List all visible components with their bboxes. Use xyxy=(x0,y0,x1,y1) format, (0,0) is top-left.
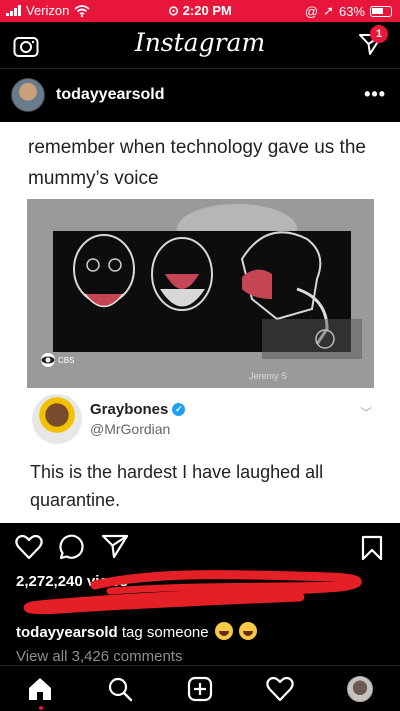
video-watermark: Jeremy S xyxy=(249,371,288,381)
nav-home[interactable] xyxy=(26,675,54,703)
tweet-author-name: Graybones xyxy=(90,401,169,418)
tweet-author-avatar xyxy=(32,394,82,444)
post-action-bar xyxy=(0,523,400,571)
share-icon[interactable] xyxy=(101,533,129,559)
nav-activity[interactable] xyxy=(266,675,294,703)
nav-profile[interactable] xyxy=(346,675,374,703)
location-icon: ➚ xyxy=(323,3,334,18)
redaction-scribble xyxy=(23,570,362,614)
tweet-quote-text: remember when technology gave us the mum… xyxy=(28,137,366,189)
view-all-comments-link[interactable]: View all 3,426 comments xyxy=(16,648,182,665)
nav-active-dot xyxy=(39,706,43,710)
cbs-logo: CBS xyxy=(41,353,74,367)
more-options-icon[interactable]: ••• xyxy=(364,84,386,105)
battery-label: 63% xyxy=(338,3,365,19)
nav-search[interactable] xyxy=(106,675,134,703)
time-label: 2:20 PM xyxy=(182,3,232,18)
activity-heart-icon xyxy=(266,676,294,702)
instagram-logo: Instagram xyxy=(134,28,266,57)
tweet-author-handle: @MrGordian xyxy=(90,421,171,437)
search-icon xyxy=(108,677,133,702)
tweet-author-name-row: Graybones ✓ xyxy=(90,401,186,418)
nav-add-post[interactable] xyxy=(186,675,214,703)
lock-rotation-icon: @ xyxy=(304,3,319,19)
clock-icon: ⊙ xyxy=(168,3,180,18)
bookmark-icon[interactable] xyxy=(360,535,384,561)
add-post-icon xyxy=(187,676,213,702)
embedded-video-frame: CBS Jeremy S xyxy=(27,199,374,388)
post-author-avatar[interactable] xyxy=(11,78,45,112)
post-image[interactable]: remember when technology gave us the mum… xyxy=(0,122,400,523)
bottom-nav xyxy=(0,665,400,711)
caption-text: tag someone xyxy=(121,624,209,641)
home-icon xyxy=(29,678,51,700)
app-header: Instagram 1 xyxy=(0,22,400,68)
chevron-down-icon: ﹀ xyxy=(359,406,372,420)
status-bar: Verizon ⊙ 2:20 PM @ ➚ 63% xyxy=(0,0,400,22)
dm-badge: 1 xyxy=(370,25,388,43)
laughing-emoji-icon xyxy=(238,622,257,640)
laughing-emoji-icon xyxy=(214,622,233,640)
profile-avatar xyxy=(347,676,373,702)
post-caption: todayyearsold tag someone xyxy=(16,622,257,641)
cbs-logo-text: CBS xyxy=(58,356,74,365)
verified-check-icon: ✓ xyxy=(172,403,186,416)
post-header: todayyearsold ••• xyxy=(0,68,400,122)
tweet-body-text: This is the hardest I have laughed all q… xyxy=(30,462,324,510)
caption-username[interactable]: todayyearsold xyxy=(16,624,118,641)
comment-icon[interactable] xyxy=(58,534,86,560)
battery-icon xyxy=(370,5,392,17)
heart-icon[interactable] xyxy=(15,534,43,560)
post-username[interactable]: todayyearsold xyxy=(56,86,164,104)
status-right: @ ➚ 63% xyxy=(305,3,392,19)
